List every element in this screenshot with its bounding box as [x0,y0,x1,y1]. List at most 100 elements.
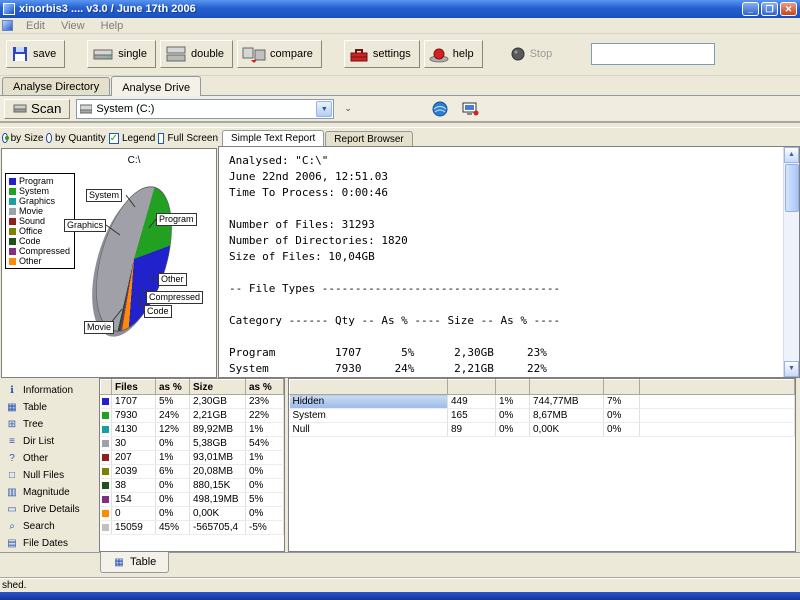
tab-report-browser[interactable]: Report Browser [325,131,412,146]
file-type-row[interactable]: 38 0% 880,15K 0% [101,479,284,493]
stop-button[interactable]: Stop [505,40,562,68]
cell-attr-files: 89 [448,423,496,437]
col-header-size[interactable]: Size [190,380,246,395]
col-header-files[interactable]: Files [112,380,156,395]
scan-row: Scan System (C:) ▼ ⌄ [0,96,800,122]
file-type-row[interactable]: 30 0% 5,38GB 54% [101,437,284,451]
file-type-row[interactable]: 154 0% 498,19MB 5% [101,493,284,507]
attribute-row[interactable]: Null 89 0% 0,00K 0% [290,423,795,437]
mdi-child-icon[interactable] [2,20,13,31]
by-quantity-radio[interactable] [46,133,52,143]
cell-attr-size: 744,77MB [530,395,604,409]
by-size-radio[interactable] [2,133,8,143]
double-button[interactable]: double [160,40,233,68]
file-type-row[interactable]: 2039 6% 20,08MB 0% [101,465,284,479]
scrollbar-thumb[interactable] [785,164,799,212]
save-button[interactable]: save [6,40,65,68]
category-color-swatch [102,426,109,433]
legend-checkbox[interactable]: ✓ [109,133,119,144]
report-line: Time To Process: 0:00:46 [229,185,777,201]
tab-analyse-directory[interactable]: Analyse Directory [2,77,110,95]
callout-program: Program [156,213,197,226]
sidebar-item-label: Dir List [23,436,54,447]
chevron-down-icon[interactable]: ▼ [316,101,332,117]
report-line: Analysed: "C:\" [229,153,777,169]
settings-button[interactable]: settings [344,40,420,68]
tab-analyse-drive[interactable]: Analyse Drive [111,76,201,96]
report-scrollbar[interactable]: ▲ ▼ [783,147,799,377]
attribute-row[interactable]: System 165 0% 8,67MB 0% [290,409,795,423]
toolbar-text-input[interactable] [591,43,715,65]
col-header-aspct2[interactable]: as % [246,380,284,395]
close-button[interactable]: ✕ [780,2,797,16]
file-type-row[interactable]: 7930 24% 2,21GB 22% [101,409,284,423]
cell-sizepct: 5% [246,493,284,507]
sidebar-item[interactable]: ⌕ Search [0,518,97,535]
cell-files: 207 [112,451,156,465]
legend-item: Movie [9,206,70,216]
sidebar-item[interactable]: ℹ Information [0,382,97,399]
sidebar-item[interactable]: ▭ Drive Details [0,501,97,518]
minimize-button[interactable]: _ [742,2,759,16]
legend-label: Legend [122,133,155,144]
maximize-button[interactable]: ❐ [761,2,778,16]
legend-item: Code [9,236,70,246]
drive-select[interactable]: System (C:) ▼ [76,99,334,119]
sidebar-item[interactable]: ▤ File Dates [0,535,97,552]
file-type-row[interactable]: 4130 12% 89,92MB 1% [101,423,284,437]
scroll-up-arrow-icon[interactable]: ▲ [784,147,799,163]
sidebar-item[interactable]: ▥ Magnitude [0,484,97,501]
sidebar-item[interactable]: □ Null Files [0,467,97,484]
legend-item-label: Sound [19,216,45,226]
scroll-down-arrow-icon[interactable]: ▼ [784,361,799,377]
category-color-swatch [102,412,109,419]
file-type-row[interactable]: 207 1% 93,01MB 1% [101,451,284,465]
menu-view[interactable]: View [54,19,92,33]
sidebar-item-icon: ▤ [6,538,18,549]
menu-help[interactable]: Help [94,19,131,33]
side-nav: ℹ Information ▦ Table ⊞ Tree ≡ Dir List [0,378,97,552]
color-column-header [101,380,112,395]
sidebar-item[interactable]: ≡ Dir List [0,433,97,450]
cell-size: 0,00K [190,507,246,521]
sidebar-item-icon: ▦ [6,402,18,413]
file-type-row[interactable]: 1707 5% 2,30GB 23% [101,395,284,409]
tab-simple-text-report[interactable]: Simple Text Report [222,130,324,147]
scan-button[interactable]: Scan [4,99,70,119]
legend-item: Program [9,176,70,186]
compare-button[interactable]: compare [237,40,322,68]
file-types-table: Files as % Size as % 1707 5% 2,30GB [100,379,284,535]
report-line [229,297,777,313]
cell-sizepct: 1% [246,451,284,465]
legend-item: System [9,186,70,196]
attribute-row[interactable]: Hidden 449 1% 744,77MB 7% [290,395,795,409]
cell-attr-files: 449 [448,395,496,409]
combo-extra-arrow-icon[interactable]: ⌄ [340,103,356,114]
full-screen-checkbox[interactable] [158,133,164,144]
tab-table-view[interactable]: ▦ Table [100,552,169,573]
sidebar-item[interactable]: ? Other [0,450,97,467]
cell-files: 30 [112,437,156,451]
sidebar-item-icon: ▭ [6,504,18,515]
sidebar-item[interactable]: ▦ Table [0,399,97,416]
menu-edit[interactable]: Edit [19,19,52,33]
rescan-monitor-button[interactable] [458,98,482,120]
help-button[interactable]: help [424,40,483,68]
col-header-aspct1[interactable]: as % [156,380,190,395]
legend-color-swatch [9,178,16,185]
cell-size: 20,08MB [190,465,246,479]
cell-size: 498,19MB [190,493,246,507]
cell-sizepct: 23% [246,395,284,409]
taskbar-edge [0,592,800,600]
refresh-globe-button[interactable] [428,98,452,120]
app-window: xinorbis3 .... v3.0 / June 17th 2006 _ ❐… [0,0,800,600]
sidebar-item-icon: ℹ [6,385,18,396]
sidebar-item[interactable]: ⊞ Tree [0,416,97,433]
cell-size: 93,01MB [190,451,246,465]
drive-select-value: System (C:) [96,103,312,115]
report-line: Graphics 4130 12% 89,92MB 1% [229,377,777,378]
single-button[interactable]: single [87,40,156,68]
file-type-row[interactable]: 0 0% 0,00K 0% [101,507,284,521]
callout-graphics: Graphics [64,219,106,232]
file-type-row[interactable]: 15059 45% -565705,4 -5% [101,521,284,535]
